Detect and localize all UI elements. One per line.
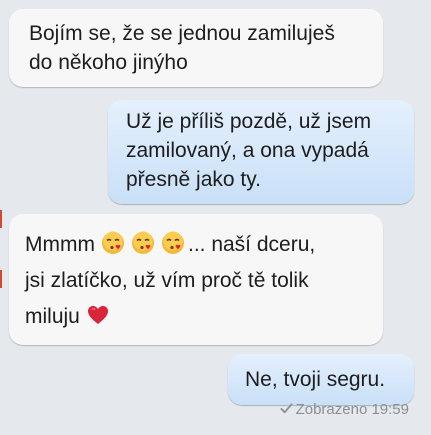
kissing-face-emoji xyxy=(101,231,124,255)
message-text: Už je příliš pozdě, už jsem xyxy=(126,110,372,133)
message-text: zamilovaný, a ona vypadá xyxy=(126,139,369,162)
left-edge-artifact xyxy=(0,270,2,288)
message-text: Mmmm xyxy=(25,233,95,256)
kissing-face-emoji xyxy=(161,231,184,255)
message-text: do někoho jinýho xyxy=(29,51,188,74)
message-line: Mmmm ... naší dceru, xyxy=(25,230,367,259)
kissing-face-emoji xyxy=(131,231,154,255)
message-text: jsi zlatíčko, už vím proč tě tolik xyxy=(25,269,309,292)
message-bubble-incoming[interactable]: Mmmm ... naší dceru, jsi zlatíčko, už vím… xyxy=(9,214,383,345)
left-edge-artifact xyxy=(0,210,2,228)
message-text: přesně jako ty. xyxy=(126,168,262,191)
message-bubble-outgoing[interactable]: Už je příliš pozdě, už jsem zamilovaný, … xyxy=(108,100,414,204)
red-heart-emoji xyxy=(87,306,108,325)
message-text: miluju xyxy=(25,305,80,328)
read-receipt-text: Zobrazeno 19:59 xyxy=(295,401,409,418)
message-text: Bojím se, že se jednou zamiluješ xyxy=(29,22,335,45)
checkmark-icon xyxy=(280,403,293,414)
message-bubble-outgoing[interactable]: Ne, tvoji segru. xyxy=(228,354,414,405)
message-text: ... naší dceru, xyxy=(187,233,316,256)
message-bubble-incoming[interactable]: Bojím se, že se jednou zamiluješ do něko… xyxy=(9,9,383,87)
message-line: miluju xyxy=(25,302,367,331)
message-text: Ne, tvoji segru. xyxy=(245,368,386,391)
read-receipt: Zobrazeno 19:59 xyxy=(280,401,409,418)
